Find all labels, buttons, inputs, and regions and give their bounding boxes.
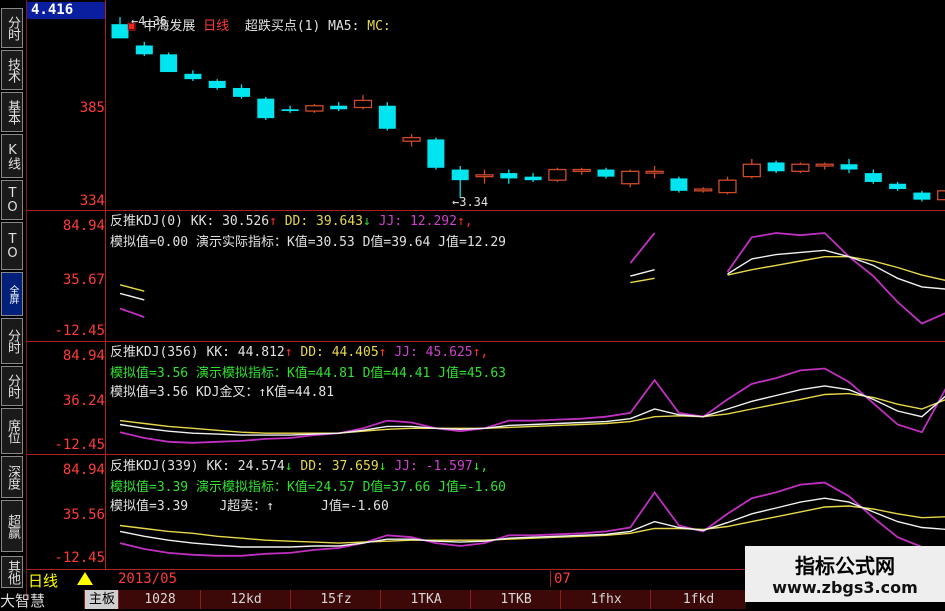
candle-body (670, 178, 687, 190)
panel1-dd: DD: 39.643 (285, 214, 363, 229)
tab-4[interactable]: 1TKA (380, 590, 471, 609)
candle-body (889, 184, 906, 189)
panel2-dd-arrow: ↑ (379, 345, 387, 360)
low-label: 3.34 (459, 195, 488, 209)
indicator-name: 超跌买点(1) (245, 19, 320, 34)
panel1-jj: JJ: 12.292 (379, 214, 457, 229)
candle-body (403, 138, 420, 142)
panel2-jj-arrow: ↑, (473, 345, 489, 360)
panel2-line2: 模拟值=3.56 演示模拟指标：K值=44.81 D值=44.41 J值=45.… (110, 362, 506, 381)
candle-body (719, 180, 736, 192)
candle-body (160, 54, 177, 72)
candle-body (476, 175, 493, 177)
watermark-title: 指标公式网 (745, 550, 945, 579)
candle-body (549, 170, 566, 181)
candle-body (768, 162, 785, 171)
panel1-d-line (120, 285, 144, 291)
panel2-kk-arrow: ↑ (285, 345, 293, 360)
tab-7[interactable]: 1fkd (650, 590, 746, 609)
candle-body (695, 189, 712, 191)
panel3-dd: DD: 37.659 (300, 459, 378, 474)
panel1-header: 反推KDJ(0) KK: 30.526↑ DD: 39.643↓ JJ: 12.… (110, 210, 473, 229)
period-label: 日线 (203, 19, 229, 34)
candle-body (233, 88, 250, 97)
candle-body (330, 106, 347, 110)
candle-body (355, 100, 372, 107)
candle-body (282, 109, 299, 111)
panel2-kk: KK: 44.812 (206, 345, 284, 360)
panel1-j-line (120, 309, 144, 318)
candle-body (792, 164, 809, 171)
panel1-d-line (728, 257, 945, 281)
watermark: 指标公式网 www.zbgs3.com (745, 546, 945, 602)
candle-body (622, 171, 639, 183)
candle-body (573, 170, 590, 172)
panel1-kk-arrow: ↑ (269, 214, 277, 229)
panel3-dd-arrow: ↓ (379, 459, 387, 474)
panel3-line2: 模拟值=3.39 演示模拟指标：K值=24.57 D值=37.66 J值=-1.… (110, 476, 506, 495)
panel3-header: 反推KDJ(339) KK: 24.574↓ DD: 37.659↓ JJ: -… (110, 455, 488, 474)
candle-body (913, 193, 930, 200)
panel3-kk: KK: 24.574 (206, 459, 284, 474)
panel3-jj: JJ: -1.597 (394, 459, 472, 474)
candle-body (209, 81, 226, 88)
ma5-label: MA5: (328, 19, 359, 34)
tab-3[interactable]: 15fz (290, 590, 381, 609)
candle-body (841, 164, 858, 169)
panel1-k-line (630, 270, 654, 276)
candle-body (816, 164, 833, 166)
tab-5[interactable]: 1TKB (470, 590, 561, 609)
candle-body (743, 164, 760, 176)
low-marker: ←3.34 (452, 195, 488, 209)
tab-1[interactable]: 1028 (118, 590, 201, 609)
candle-body (184, 74, 201, 79)
panel3-line3: 模拟值=3.39 J超卖：↑ J值=-1.60 (110, 495, 389, 514)
panel3-jj-arrow: ↓, (473, 459, 489, 474)
mc-label: MC: (367, 19, 390, 34)
panel3-name: 反推KDJ(339) (110, 459, 199, 474)
candle-body (306, 106, 323, 111)
candle-body (257, 99, 274, 119)
panel2-name: 反推KDJ(356) (110, 345, 199, 360)
tab-2[interactable]: 12kd (200, 590, 291, 609)
candle-body (427, 139, 444, 167)
candle-body (938, 191, 945, 200)
panel1-k-line (120, 293, 144, 300)
candle-body (500, 173, 517, 178)
panel1-d-line (630, 278, 654, 282)
panel3-kk-arrow: ↓ (285, 459, 293, 474)
panel2-line3: 模拟值=3.56 KDJ金叉：↑K值=44.81 (110, 381, 334, 400)
panel1-jj-arrow: ↑, (457, 214, 473, 229)
candle-body (598, 170, 615, 177)
high-label: 4.36 (138, 14, 167, 28)
date-label-mid: 07 (550, 571, 571, 587)
panel1-dd-arrow: ↓ (363, 214, 371, 229)
period-mode-label[interactable]: 日线 (28, 570, 58, 591)
candle-body (452, 170, 469, 181)
panel2-jj: JJ: 45.625 (394, 345, 472, 360)
candle-body (379, 106, 396, 129)
tab-6[interactable]: 1fhx (560, 590, 651, 609)
panel1-j-line (728, 233, 945, 324)
panel1-line2: 模拟值=0.00 演示实际指标：K值=30.53 D值=39.64 J值=12.… (110, 231, 506, 250)
panel2-header: 反推KDJ(356) KK: 44.812↑ DD: 44.405↑ JJ: 4… (110, 341, 488, 360)
panel1-name: 反推KDJ(0) (110, 214, 183, 229)
candle-body (646, 171, 663, 173)
high-marker: ←4.36 (131, 14, 167, 28)
panel1-kk: KK: 30.526 (191, 214, 269, 229)
panel2-dd: DD: 44.405 (300, 345, 378, 360)
watermark-url: www.zbgs3.com (745, 578, 945, 597)
brand-label: 大智慧 (0, 590, 45, 611)
tab-0[interactable]: 主板 (84, 590, 119, 609)
period-toggle-icon[interactable] (77, 572, 93, 585)
candle-body (136, 45, 153, 54)
candle-body (525, 177, 542, 181)
date-label-start: 2013/05 (118, 571, 177, 587)
candle-body (865, 173, 882, 182)
panel1-j-line (630, 233, 654, 263)
